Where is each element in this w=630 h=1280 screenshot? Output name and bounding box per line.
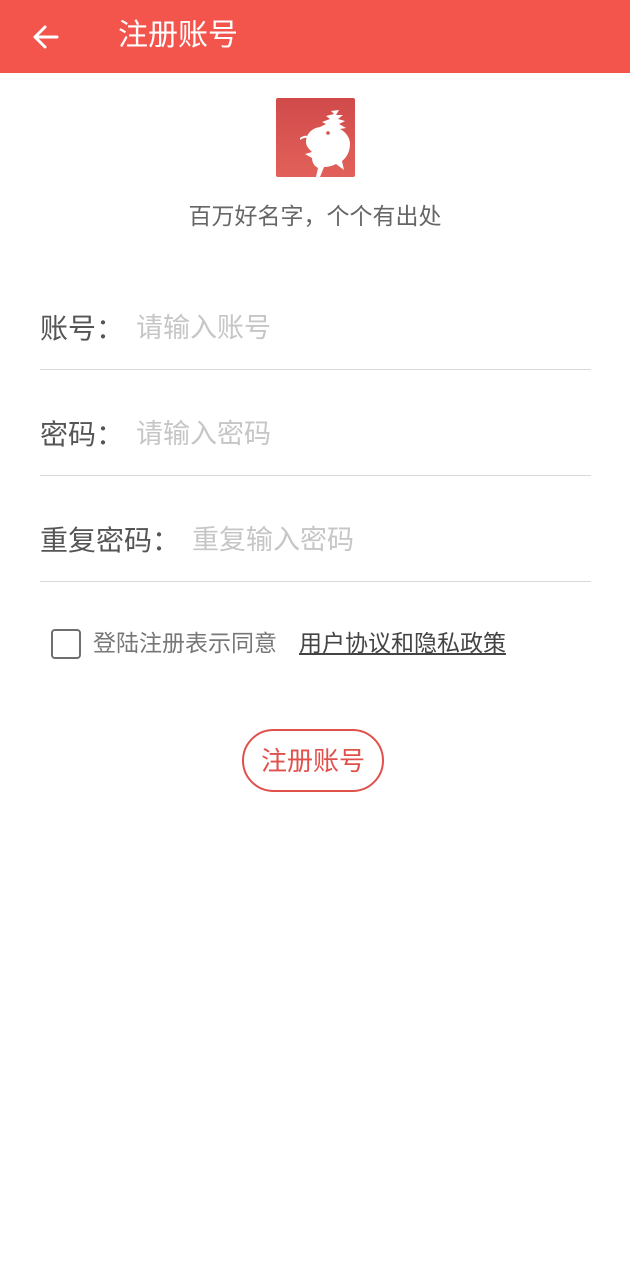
password-field: 密码： [40,395,591,476]
confirm-password-input[interactable] [192,521,582,561]
app-bar: 注册账号 [0,0,630,73]
confirm-password-label: 重复密码： [40,524,181,557]
agreement-text: 登陆注册表示同意 [93,631,277,657]
privacy-policy-link[interactable]: 用户协议和隐私政策 [299,627,506,661]
account-field: 账号： [40,289,591,370]
register-screen: 注册账号 百万好名字，个个有出处 账号： 密码： 重复密码： [0,0,630,1280]
password-label: 密码： [40,418,125,451]
dragon-logo-icon [276,98,355,177]
password-input[interactable] [136,415,576,455]
agreement-checkbox[interactable] [51,629,81,659]
account-label: 账号： [40,312,125,345]
back-button[interactable] [22,14,70,60]
app-logo [276,98,355,177]
confirm-password-field: 重复密码： [40,501,591,582]
account-input[interactable] [136,309,576,349]
register-button[interactable]: 注册账号 [242,729,384,792]
page-title: 注册账号 [118,18,238,53]
arrow-left-icon [33,25,59,49]
slogan-text: 百万好名字，个个有出处 [188,204,442,230]
